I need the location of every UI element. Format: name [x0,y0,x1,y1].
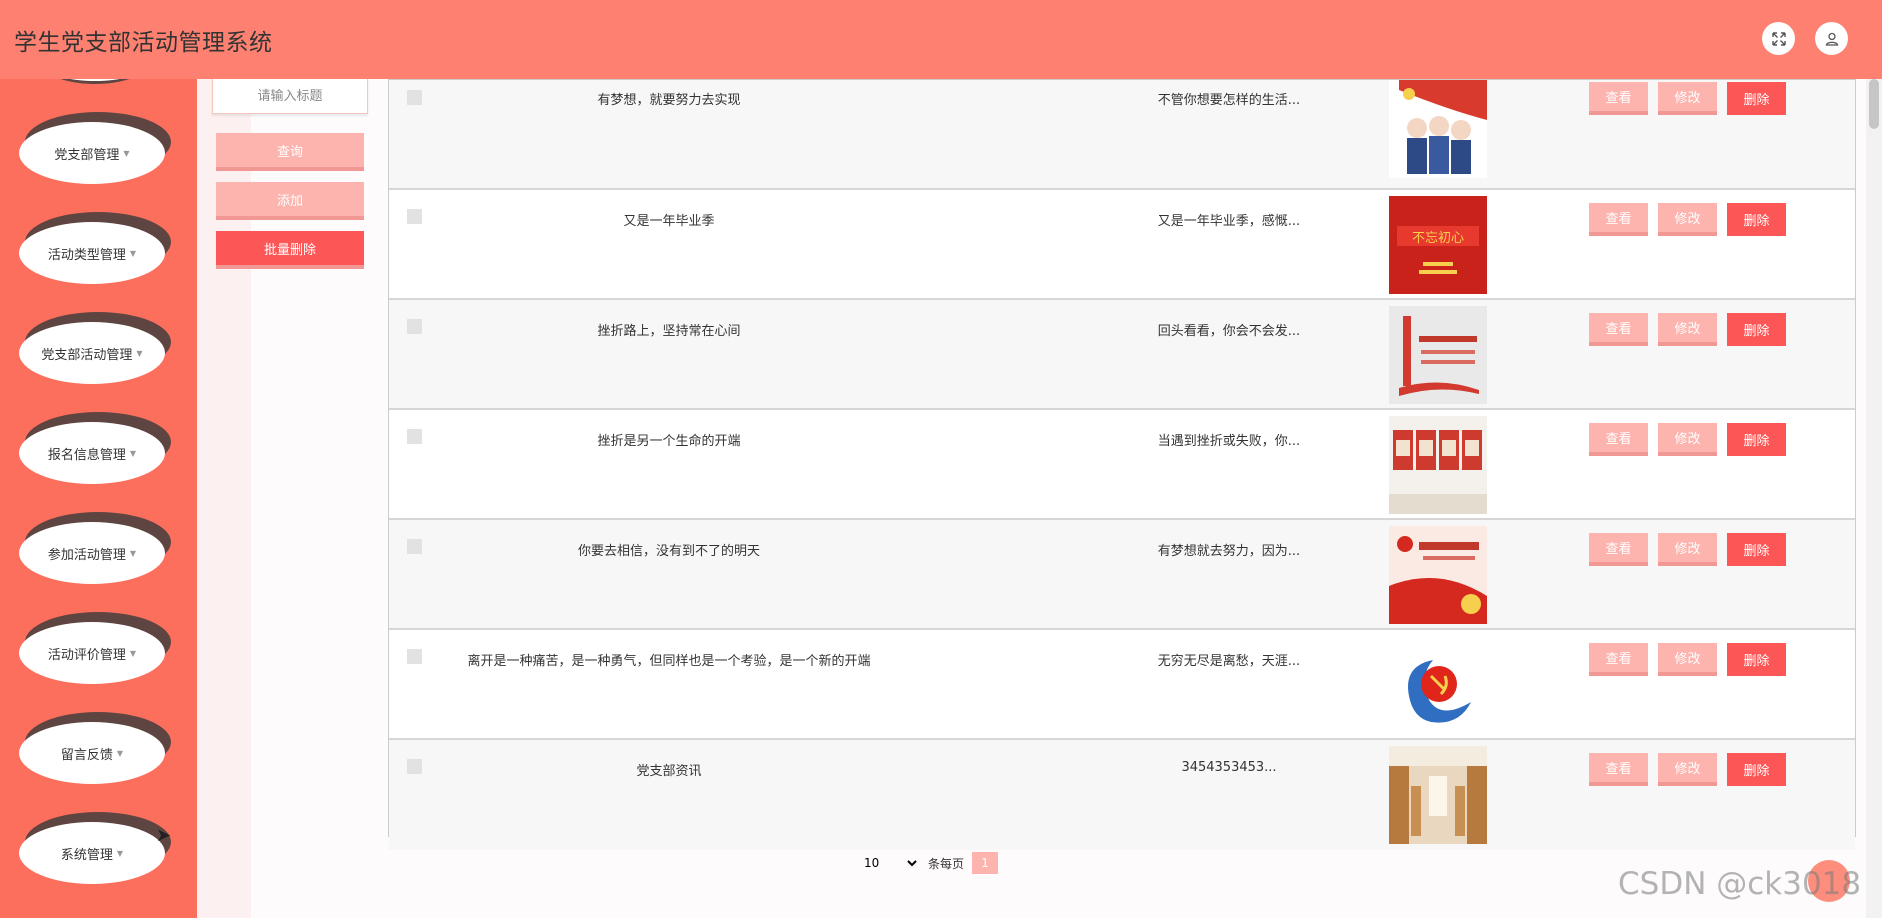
row-thumbnail [1389,636,1487,734]
sidebar-item-signup[interactable]: 报名信息管理 ▼ [19,412,171,486]
sidebar-item-evaluation[interactable]: 活动评价管理 ▼ [19,612,171,686]
row-thumbnail [1389,80,1487,178]
caret-down-icon: ▼ [136,348,143,358]
sidebar-item-label: 活动类型管理 [47,247,126,263]
page-number[interactable]: 1 [972,852,999,874]
row-thumbnail: 不忘初心 [1389,196,1487,294]
edit-button[interactable]: 修改 [1658,533,1717,566]
row-desc: 回头看看，你会不会发... [1157,324,1301,339]
edit-button[interactable]: 修改 [1658,313,1717,346]
search-input[interactable] [212,78,368,114]
view-button[interactable]: 查看 [1589,203,1648,236]
caret-down-icon: ▼ [116,748,124,758]
row-title: 你要去相信，没有到不了的明天 [577,544,760,559]
view-button[interactable]: 查看 [1589,82,1648,115]
delete-button[interactable]: 删除 [1727,203,1786,236]
row-title: 挫折路上，坚持常在心间 [597,324,741,339]
table-row: 离开是一种痛苦，是一种勇气，但同样也是一个考验，是一个新的开端 无穷无尽是离愁，… [389,630,1855,740]
row-title: 又是一年毕业季 [623,214,715,229]
app-title: 学生党支部活动管理系统 [14,29,273,56]
row-checkbox[interactable] [407,539,422,554]
row-desc: 有梦想就去努力，因为... [1157,544,1301,559]
row-title: 有梦想，就要努力去实现 [597,93,741,108]
view-button[interactable]: 查看 [1589,643,1648,676]
table-row: 你要去相信，没有到不了的明天 有梦想就去努力，因为... 查看 修改 删除 [389,520,1855,630]
delete-button[interactable]: 删除 [1727,313,1786,346]
row-title: 挫折是另一个生命的开端 [597,434,741,449]
row-desc: 不管你想要怎样的生活... [1157,93,1301,108]
caret-down-icon: ▼ [129,648,137,658]
sidebar-item-label: 留言反馈 [60,747,113,763]
data-table: 有梦想，就要努力去实现 不管你想要怎样的生活... 查看 修改 删除 又是一年毕… [388,79,1856,850]
caret-down-icon: ▼ [129,448,137,458]
svg-text:不忘初心: 不忘初心 [1412,231,1464,246]
view-button[interactable]: 查看 [1589,753,1648,786]
sidebar: 党支部管理 ▼ 活动类型管理 ▼ 党支部活动管理 ▼ 报名信息管理 ▼ 参加活动… [0,0,197,918]
sidebar-item-party-branch[interactable]: 党支部管理 ▼ [19,112,171,186]
edit-button[interactable]: 修改 [1658,643,1717,676]
add-button[interactable]: 添加 [216,182,364,220]
view-button[interactable]: 查看 [1589,533,1648,566]
row-thumbnail [1389,746,1487,844]
sidebar-item-label: 活动评价管理 [47,647,126,663]
edit-button[interactable]: 修改 [1658,82,1717,115]
scrollbar-thumb[interactable] [1869,79,1879,129]
row-checkbox[interactable] [407,319,422,334]
caret-down-icon: ▼ [116,848,124,858]
row-title: 党支部资讯 [636,764,702,779]
watermark: CSDN @ck3018 [1618,866,1862,902]
table-row: 挫折是另一个生命的开端 当遇到挫折或失败，你... 查看 修改 删除 [389,410,1855,520]
sidebar-item-label: 系统管理 [60,847,113,863]
pagination: 10 条每页 1 [860,852,999,874]
sidebar-item-participation[interactable]: 参加活动管理 ▼ [19,512,171,586]
page-size-select[interactable]: 10 [860,852,920,874]
sidebar-item-label: 报名信息管理 [47,447,126,463]
view-button[interactable]: 查看 [1589,423,1648,456]
row-desc: 当遇到挫折或失败，你... [1157,434,1301,449]
batch-delete-button[interactable]: 批量删除 [216,231,364,269]
delete-button[interactable]: 删除 [1727,82,1786,115]
row-thumbnail [1389,416,1487,514]
edit-button[interactable]: 修改 [1658,203,1717,236]
row-desc: 3454353453... [1181,760,1277,775]
edit-button[interactable]: 修改 [1658,753,1717,786]
sidebar-item-label: 党支部管理 [54,147,120,163]
sidebar-item-activity-type[interactable]: 活动类型管理 ▼ [19,212,171,286]
row-checkbox[interactable] [407,429,422,444]
row-title: 离开是一种痛苦，是一种勇气，但同样也是一个考验，是一个新的开端 [467,654,871,669]
delete-button[interactable]: 删除 [1727,533,1786,566]
mouse-cursor-icon: ➤ [156,825,172,846]
header-bar: 学生党支部活动管理系统 [0,0,1882,79]
delete-button[interactable]: 删除 [1727,753,1786,786]
sidebar-item-branch-activity[interactable]: 党支部活动管理 ▼ [19,312,171,386]
delete-button[interactable]: 删除 [1727,643,1786,676]
caret-down-icon: ▼ [129,548,137,558]
sidebar-item-feedback[interactable]: 留言反馈 ▼ [19,712,171,786]
delete-button[interactable]: 删除 [1727,423,1786,456]
row-checkbox[interactable] [407,209,422,224]
user-icon[interactable] [1815,22,1848,55]
scrollbar[interactable] [1866,79,1882,918]
per-page-label: 条每页 [928,856,965,871]
row-thumbnail [1389,306,1487,404]
row-desc: 无穷无尽是离愁，天涯... [1157,654,1301,669]
table-row: 党支部资讯 3454353453... 查看 修改 删除 [389,740,1855,850]
table-row: 有梦想，就要努力去实现 不管你想要怎样的生活... 查看 修改 删除 [389,80,1855,190]
caret-down-icon: ▼ [129,248,137,258]
sidebar-item-system[interactable]: 系统管理 ▼ [19,812,171,886]
row-thumbnail [1389,526,1487,624]
table-row: 挫折路上，坚持常在心间 回头看看，你会不会发... 查看 修改 删除 [389,300,1855,410]
row-checkbox[interactable] [407,759,422,774]
sidebar-item-label: 党支部活动管理 [41,347,133,363]
view-button[interactable]: 查看 [1589,313,1648,346]
caret-down-icon: ▼ [123,148,130,158]
sidebar-item-label: 参加活动管理 [47,547,126,563]
fullscreen-icon[interactable] [1762,22,1795,55]
edit-button[interactable]: 修改 [1658,423,1717,456]
row-checkbox[interactable] [407,649,422,664]
search-button[interactable]: 查询 [216,133,364,171]
table-row: 又是一年毕业季 又是一年毕业季，感慨... 不忘初心 查看 修改 删除 [389,190,1855,300]
row-desc: 又是一年毕业季，感慨... [1157,214,1301,229]
row-checkbox[interactable] [407,90,422,105]
